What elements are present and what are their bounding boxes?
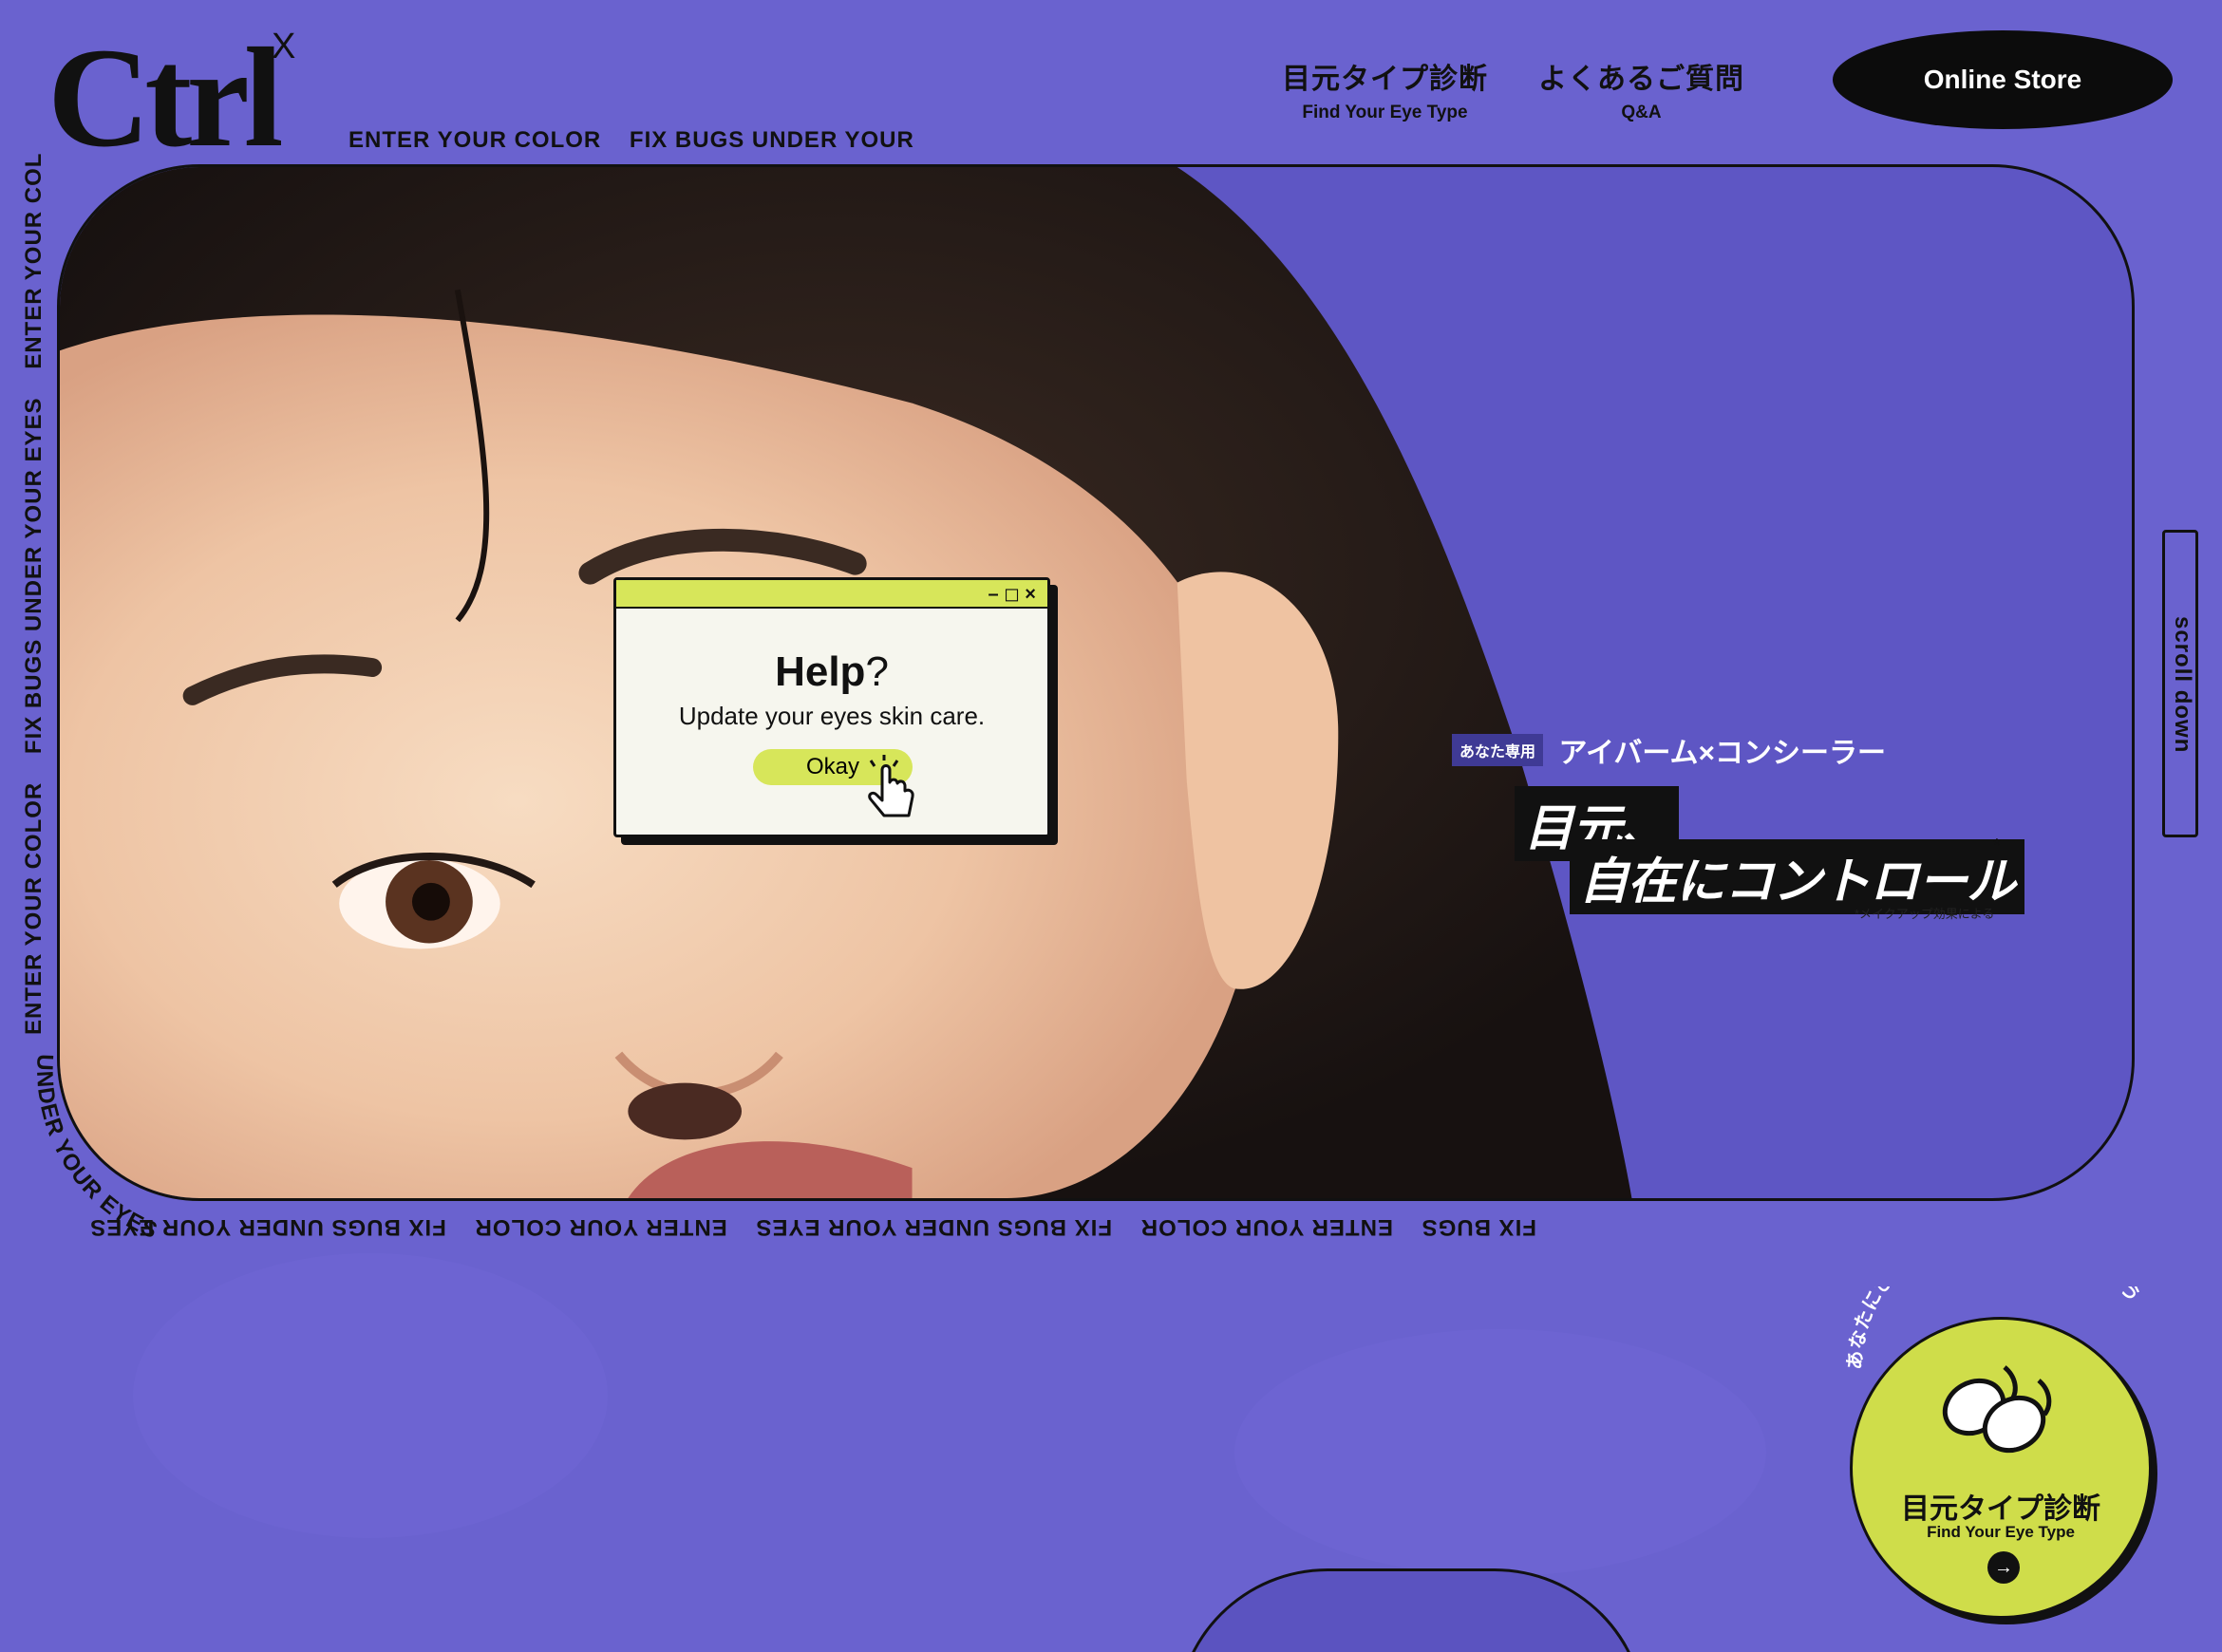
tagline-marquee: ENTER YOUR COLOR FIX BUGS UNDER YOUR <box>348 127 935 154</box>
bottom-marquee: FIX BUGS ENTER YOUR COLOR FIX BUGS UNDER… <box>89 1213 1557 1240</box>
popup-title-mark: ? <box>865 648 889 695</box>
popup-titlebar: – ◻ × <box>616 580 1047 609</box>
bottom-marquee-item: ENTER YOUR COLOR <box>1139 1214 1393 1240</box>
headline-asterisk: * <box>1993 835 2001 856</box>
hand-cursor-icon <box>868 755 914 817</box>
side-marquee-item: ENTER YOUR COLOR <box>21 781 47 1035</box>
tagline-item: FIX BUGS UNDER YOUR <box>629 127 914 153</box>
tagline-item: ENTER YOUR COLOR <box>348 127 602 153</box>
nav-eye-type-jp: 目元タイプ診断 <box>1282 64 1488 95</box>
product-subtitle: アイバーム×コンシーラー <box>1558 738 1886 769</box>
bottom-marquee-item: FIX BUGS <box>1421 1214 1536 1240</box>
bottom-tab-shape <box>1176 1568 1647 1652</box>
bottom-marquee-item: ENTER YOUR COLOR <box>474 1214 727 1240</box>
diagnosis-title-en: Find Your Eye Type <box>1927 1523 2075 1541</box>
nav-faq-en: Q&A <box>1621 103 1662 122</box>
diagnosis-circle: 目元タイプ診断 Find Your Eye Type → <box>1850 1317 2152 1619</box>
online-store-button[interactable]: Online Store <box>1833 30 2173 129</box>
bottom-marquee-item: FIX BUGS UNDER YOUR EYES <box>89 1214 446 1240</box>
hero-visual: あなた専用 アイバーム×コンシーラー 目元、 自在にコントロール * *メイクア… <box>57 164 2135 1201</box>
footnote: *メイクアップ効果による <box>1855 907 1995 921</box>
popup-message: Update your eyes skin care. <box>678 702 986 730</box>
nav-eye-type[interactable]: 目元タイプ診断 Find Your Eye Type <box>1282 55 1488 123</box>
scroll-down-indicator[interactable]: scroll down <box>2162 530 2198 837</box>
arrow-right-icon[interactable]: → <box>1987 1551 2020 1584</box>
side-marquee-item: ENTER YOUR COL <box>21 152 47 369</box>
logo-text: Ctrl <box>47 19 284 177</box>
logo-superscript: X <box>272 27 296 66</box>
diagnosis-title-jp: 目元タイプ診断 <box>1901 1493 2100 1525</box>
window-controls-icon[interactable]: – ◻ × <box>988 582 1036 606</box>
model-portrait-image <box>60 167 1632 1198</box>
eye-type-diagnosis-button[interactable]: あなたにぴったりの目元ケアを見つけよう 目元タイプ診断 Find Your Ey… <box>1842 1286 2165 1628</box>
side-marquee-item: FIX BUGS UNDER YOUR EYES <box>21 397 47 755</box>
popup-title: Help? <box>616 648 1047 696</box>
bg-blob <box>133 1253 608 1538</box>
nav-faq[interactable]: よくあるご質問 Q&A <box>1538 55 1744 123</box>
nav-faq-jp: よくあるご質問 <box>1538 64 1744 95</box>
nav-eye-type-en: Find Your Eye Type <box>1302 103 1468 122</box>
exclusive-badge: あなた専用 <box>1452 734 1544 766</box>
bg-blob <box>1234 1329 1766 1576</box>
bottom-marquee-item: FIX BUGS UNDER YOUR EYES <box>755 1214 1113 1240</box>
popup-title-text: Help <box>775 648 866 695</box>
help-popup-window: – ◻ × Help? Update your eyes skin care. … <box>613 577 1050 837</box>
side-marquee: ENTER YOUR COLOR FIX BUGS UNDER YOUR EYE… <box>21 132 47 1035</box>
hero-copy: あなた専用 アイバーム×コンシーラー 目元、 自在にコントロール * *メイクア… <box>1452 729 2025 921</box>
scroll-down-label: scroll down <box>2170 616 2195 754</box>
